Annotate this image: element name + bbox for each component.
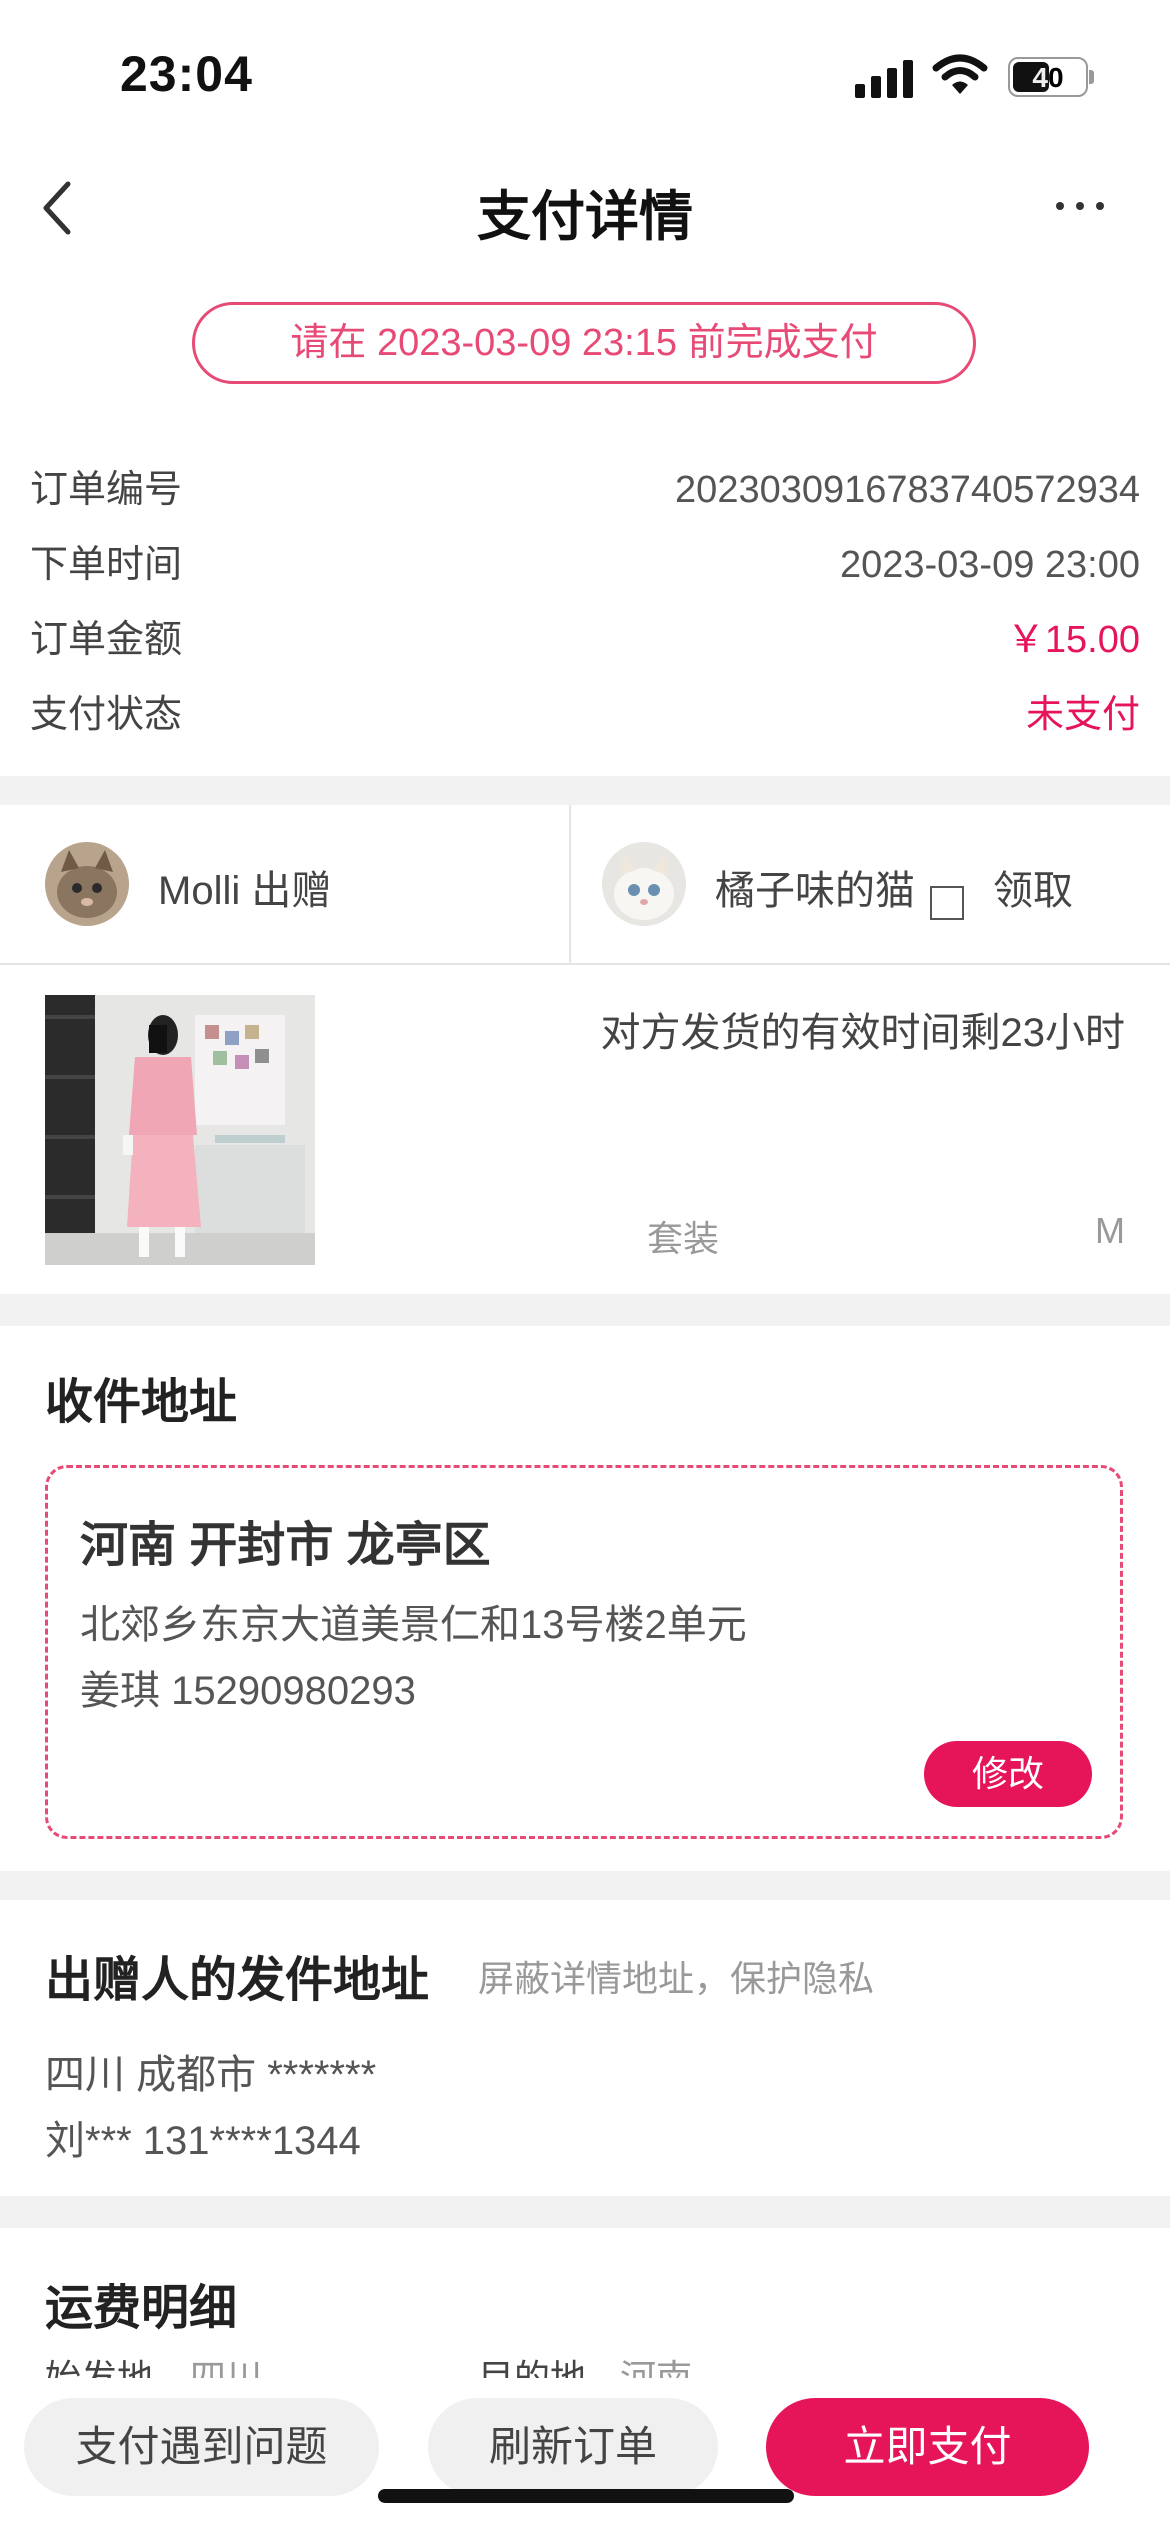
address-detail: 北郊乡东京大道美景仁和13号楼2单元 [80, 1603, 747, 1647]
sender-contact: 刘*** 131****1344 [45, 2119, 361, 2163]
order-number-row: 订单编号 20230309167837405729​34 [30, 460, 1140, 520]
payment-status-value: 未支付 [1025, 694, 1140, 736]
order-amount-value: ￥15.00 [1006, 619, 1140, 661]
order-time-label: 下单时间 [30, 544, 183, 586]
payment-problem-button[interactable]: 支付遇到问题 [24, 2398, 379, 2496]
section-divider [0, 776, 1170, 805]
divider-line [0, 963, 1170, 965]
freight-title: 运费明细 [45, 2282, 238, 2335]
cellular-signal-icon [855, 58, 915, 98]
sender-address-title: 出赠人的发件地址 [45, 1954, 430, 2007]
address-contact: 姜琪 15290980293 [80, 1669, 416, 1713]
battery-level: 40 [1032, 62, 1064, 93]
receiver-avatar[interactable] [602, 842, 686, 926]
order-amount-label: 订单金额 [30, 619, 183, 661]
item-size: M [1095, 1210, 1125, 1251]
party-divider [569, 805, 571, 963]
privacy-hint: 屏蔽详情地址，保护隐私 [478, 1958, 875, 1999]
home-indicator [378, 2489, 794, 2503]
giver-name: Molli 出赠 [158, 869, 332, 913]
order-amount-row: 订单金额 ￥15.00 [30, 610, 1140, 670]
shipping-time-remaining: 对方发货的有效时间剩23小时 [600, 1011, 1126, 1055]
section-divider [0, 1871, 1170, 1900]
address-region: 河南 开封市 龙亭区 [80, 1519, 491, 1572]
battery-tip [1089, 70, 1094, 84]
payment-deadline-text: 请在 2023-03-09 23:15 前完成支付 [290, 322, 878, 364]
order-time-row: 下单时间 2023-03-09 23:00 [30, 535, 1140, 595]
checkbox[interactable] [930, 886, 964, 920]
wifi-icon [932, 52, 988, 96]
section-divider [0, 1294, 1170, 1326]
order-number-value: 20230309167837405729​34 [675, 469, 1140, 511]
pay-now-button[interactable]: 立即支付 [766, 2398, 1089, 2496]
page-title: 支付详情 [477, 187, 693, 247]
refresh-order-button[interactable]: 刷新订单 [428, 2398, 718, 2496]
item-category: 套装 [647, 1218, 720, 1259]
order-time-value: 2023-03-09 23:00 [839, 544, 1140, 586]
payment-status-label: 支付状态 [30, 694, 183, 736]
more-icon[interactable] [1050, 190, 1110, 220]
edit-address-button[interactable]: 修改 [924, 1741, 1092, 1807]
receiver-name: 橘子味的猫 [715, 869, 915, 913]
status-time: 23:04 [120, 46, 253, 102]
shipping-address-title: 收件地址 [45, 1376, 238, 1429]
order-number-label: 订单编号 [30, 469, 183, 511]
origin-label: 始发地 [45, 2357, 154, 2378]
section-divider [0, 2196, 1170, 2228]
destination-label: 目的地 [478, 2357, 587, 2378]
battery-icon: 40 [1008, 57, 1088, 97]
payment-status-row: 支付状态 未支付 [30, 685, 1140, 745]
sender-region: 四川 成都市 ******* [45, 2053, 377, 2097]
payment-deadline-banner: 请在 2023-03-09 23:15 前完成支付 [192, 302, 976, 384]
receive-label: 领取 [993, 869, 1073, 913]
item-photo[interactable] [45, 995, 315, 1265]
giver-avatar[interactable] [45, 842, 129, 926]
destination-value: 河南 [620, 2357, 693, 2378]
origin-value: 四川 [190, 2357, 263, 2378]
